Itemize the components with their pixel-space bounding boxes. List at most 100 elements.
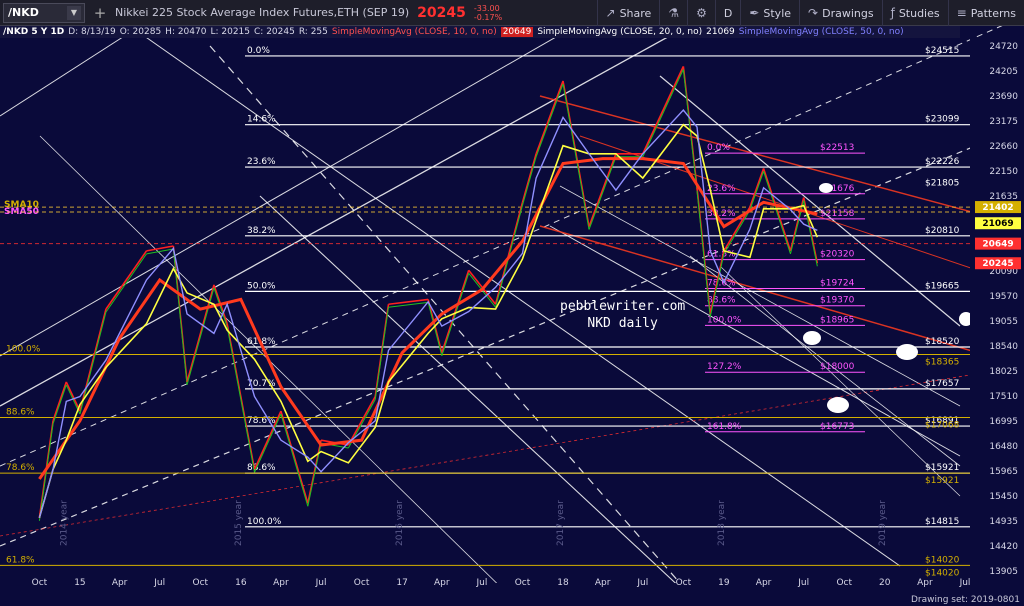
year-label-2: 2016 year	[395, 500, 405, 546]
header-date: D: 8/13/19	[68, 27, 116, 37]
year-label-4: 2018 year	[717, 500, 727, 546]
header-high: H: 20470	[165, 27, 207, 37]
fib-white-pct-9: 100.0%	[247, 517, 282, 527]
y-tick-11: 19055	[989, 317, 1018, 327]
y-tick-14: 17510	[989, 392, 1018, 402]
symbol-input[interactable]: /NKD ▼	[3, 2, 85, 23]
x-tick-8: Oct	[354, 578, 370, 588]
x-tick-3: Jul	[153, 578, 165, 588]
fib-white-pct-2: 23.6%	[247, 157, 276, 167]
studies-button[interactable]: ƒ Studies	[881, 0, 948, 26]
fib-white-price-0: $24515	[925, 46, 959, 56]
top-toolbar: /NKD ▼ + Nikkei 225 Stock Average Index …	[0, 0, 1024, 26]
y-tick-0: 24720	[989, 42, 1018, 52]
watermark-line2: NKD daily	[587, 316, 658, 331]
fib-gold-pct-3: 61.8%	[6, 555, 35, 565]
price-chart[interactable]: 0.0% $24515 14.6% $23099 23.6% $22226 38.2% $20…	[0, 0, 1024, 606]
price-tag-0: 21402	[982, 203, 1013, 213]
brush-icon: ✒	[749, 6, 760, 20]
year-label-5: 2019 year	[878, 500, 888, 546]
x-tick-6: Apr	[273, 578, 289, 588]
fib-magenta-price-8: $16773	[820, 422, 854, 432]
symbol-text: /NKD	[8, 6, 39, 19]
instrument-title: Nikkei 225 Stock Average Index Futures,E…	[115, 6, 410, 19]
chart-area[interactable]: 0.0% $24515 14.6% $23099 23.6% $22226 38.2% $20…	[0, 0, 1024, 606]
interval-button[interactable]: D	[714, 0, 740, 26]
sma10-value: 20649	[500, 27, 534, 37]
x-tick-15: Jul	[636, 578, 648, 588]
year-label-0: 2014 year	[59, 500, 69, 546]
fib-magenta-price-2: $21158	[820, 209, 855, 219]
target-marker-1	[896, 344, 918, 360]
chart-background	[0, 26, 1024, 606]
header-symbol: /NKD 5 Y 1D	[3, 27, 65, 37]
fib-white-price-1: $23099	[925, 115, 960, 125]
interval-label: D	[723, 6, 733, 20]
x-tick-17: 19	[718, 578, 730, 588]
study-header: /NKD 5 Y 1D D: 8/13/19 O: 20285 H: 20470…	[0, 26, 960, 38]
add-symbol-button[interactable]: +	[91, 3, 109, 23]
fib-magenta-pct-7: 127.2%	[707, 362, 742, 372]
fib-magenta-price-7: $18000	[820, 362, 855, 372]
share-icon: ↗	[605, 6, 616, 20]
fib-white-price-4: $19665	[925, 281, 959, 291]
y-axis: 2472024205236902317522660221502163521120…	[970, 38, 1024, 583]
drawings-label: Drawings	[822, 6, 874, 20]
y-tick-15: 16995	[989, 417, 1018, 427]
fib-gold-pct-0: 100.0%	[6, 344, 41, 354]
x-tick-0: Oct	[32, 578, 48, 588]
drawings-button[interactable]: ↷ Drawings	[799, 0, 882, 26]
flask-button[interactable]: ⚗	[659, 0, 687, 26]
fib-gold-price-1: $17068	[925, 420, 960, 430]
x-tick-23: Jul	[959, 578, 971, 588]
x-tick-1: 15	[74, 578, 85, 588]
x-tick-21: 20	[879, 578, 891, 588]
fib-magenta-price-6: $18965	[820, 315, 854, 325]
fib-magenta-pct-8: 161.8%	[707, 422, 742, 432]
fib-gold-pct-2: 78.6%	[6, 463, 35, 473]
x-tick-2: Apr	[112, 578, 128, 588]
fib-gold-pct-1: 88.6%	[6, 407, 35, 417]
price-tag-3: 20245	[982, 259, 1013, 269]
fib-white-price-2: $22226	[925, 157, 960, 167]
fib-white-pct-8: 88.6%	[247, 463, 276, 473]
y-tick-2: 23690	[989, 92, 1018, 102]
y-tick-3: 23175	[989, 117, 1018, 127]
x-tick-5: 16	[235, 578, 247, 588]
chevron-down-icon[interactable]: ▼	[67, 5, 81, 20]
target-marker-3	[827, 397, 849, 413]
x-tick-20: Oct	[836, 578, 852, 588]
y-tick-16: 16480	[989, 442, 1018, 452]
sma50-label: SimpleMovingAvg (CLOSE, 50, 0, no)	[738, 27, 904, 37]
fib-white-pct-4: 50.0%	[247, 281, 276, 291]
studies-label: Studies	[898, 6, 940, 20]
x-tick-22: Apr	[917, 578, 933, 588]
patterns-button[interactable]: ≡ Patterns	[947, 0, 1024, 26]
share-button[interactable]: ↗ Share	[596, 0, 660, 26]
fib-gold-price-2: $15921	[925, 476, 959, 486]
sma20-label: SimpleMovingAvg (CLOSE, 20, 0, no)	[537, 27, 703, 37]
y-tick-17: 15965	[989, 467, 1018, 477]
style-button[interactable]: ✒ Style	[740, 0, 799, 26]
y-tick-13: 18025	[989, 367, 1018, 377]
fib-gold-price-0: $18365	[925, 357, 959, 367]
settings-button[interactable]: ⚙	[687, 0, 715, 26]
x-tick-12: Oct	[515, 578, 531, 588]
y-tick-4: 22660	[989, 142, 1018, 152]
patterns-icon: ≡	[956, 6, 967, 20]
y-tick-6: 21635	[989, 192, 1018, 202]
x-tick-13: 18	[557, 578, 569, 588]
fib-magenta-pct-5: 88.6%	[707, 296, 736, 306]
change-percent: -0.17%	[473, 12, 503, 22]
fib-white-price-5: $18520	[925, 337, 960, 347]
fib-white-price-8: $15921	[925, 463, 959, 473]
x-tick-9: 17	[396, 578, 407, 588]
header-open: O: 20285	[119, 27, 162, 37]
studies-icon: ƒ	[890, 6, 895, 20]
fib-magenta-pct-4: 78.6%	[707, 279, 736, 289]
x-tick-11: Jul	[475, 578, 487, 588]
y-tick-10: 19570	[989, 292, 1018, 302]
header-close: C: 20245	[254, 27, 295, 37]
y-tick-12: 18540	[989, 342, 1018, 352]
flask-icon: ⚗	[668, 6, 680, 20]
